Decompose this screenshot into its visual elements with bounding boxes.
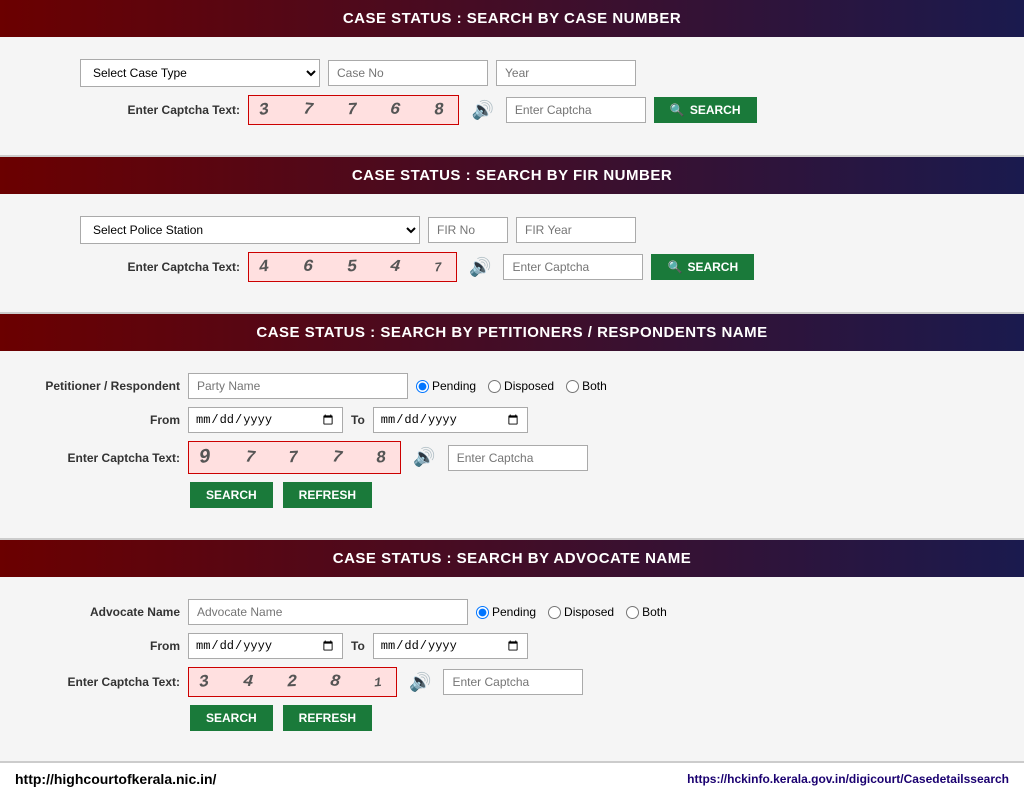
police-station-select[interactable]: Select Police Station xyxy=(80,216,420,244)
to-date-adv[interactable] xyxy=(373,633,528,659)
captcha-input-4[interactable] xyxy=(443,669,583,695)
speaker-button-4[interactable]: 🔊 xyxy=(405,670,435,695)
from-date-pet[interactable] xyxy=(188,407,343,433)
adv-status-radio-group: Pending Disposed Both xyxy=(476,605,667,619)
adv-both-radio-label[interactable]: Both xyxy=(626,605,667,619)
adv-pending-radio[interactable] xyxy=(476,606,489,619)
advocate-name-input[interactable] xyxy=(188,599,468,625)
captcha-input-1[interactable] xyxy=(506,97,646,123)
to-label-adv: To xyxy=(351,639,365,653)
search-icon-2: 🔍 xyxy=(667,260,682,274)
section-petitioners-header: CASE STATUS : SEARCH BY PETITIONERS / RE… xyxy=(0,314,1024,351)
refresh-button-4[interactable]: REFRESH xyxy=(283,705,372,731)
captcha-image-3: 9 7 7 7 8 xyxy=(188,441,401,474)
case-no-input[interactable] xyxy=(328,60,488,86)
search-button-1[interactable]: 🔍 SEARCH xyxy=(654,97,757,123)
footer-url: https://hckinfo.kerala.gov.in/digicourt/… xyxy=(687,772,1009,786)
section-advocate: CASE STATUS : SEARCH BY ADVOCATE NAME Ad… xyxy=(0,540,1024,761)
to-label-pet: To xyxy=(351,413,365,427)
advocate-name-label: Advocate Name xyxy=(20,605,180,619)
pending-radio-label[interactable]: Pending xyxy=(416,379,476,393)
captcha-input-2[interactable] xyxy=(503,254,643,280)
refresh-button-3[interactable]: REFRESH xyxy=(283,482,372,508)
captcha-label-1: Enter Captcha Text: xyxy=(80,103,240,117)
captcha-label-3: Enter Captcha Text: xyxy=(20,451,180,465)
search-button-4[interactable]: SEARCH xyxy=(190,705,273,731)
captcha-image-4: 3 4 2 8 1 xyxy=(188,667,397,697)
captcha-image-1: 3 7 7 6 8 xyxy=(248,95,459,125)
petitioner-label: Petitioner / Respondent xyxy=(20,379,180,393)
both-radio[interactable] xyxy=(566,380,579,393)
to-date-pet[interactable] xyxy=(373,407,528,433)
from-label-adv: From xyxy=(20,639,180,653)
case-type-select[interactable]: Select Case Type xyxy=(80,59,320,87)
status-radio-group: Pending Disposed Both xyxy=(416,379,607,393)
section-advocate-header: CASE STATUS : SEARCH BY ADVOCATE NAME xyxy=(0,540,1024,577)
from-date-adv[interactable] xyxy=(188,633,343,659)
section-petitioners: CASE STATUS : SEARCH BY PETITIONERS / RE… xyxy=(0,314,1024,540)
search-icon-1: 🔍 xyxy=(670,103,685,117)
disposed-radio[interactable] xyxy=(488,380,501,393)
captcha-image-2: 4 6 5 4 7 xyxy=(248,252,457,282)
footer: http://highcourtofkerala.nic.in/ https:/… xyxy=(0,761,1024,795)
captcha-label-4: Enter Captcha Text: xyxy=(20,675,180,689)
section-case-number-header: CASE STATUS : SEARCH BY CASE NUMBER xyxy=(0,0,1024,37)
speaker-button-3[interactable]: 🔊 xyxy=(409,445,439,470)
year-input[interactable] xyxy=(496,60,636,86)
adv-disposed-radio[interactable] xyxy=(548,606,561,619)
adv-both-radio[interactable] xyxy=(626,606,639,619)
section-fir-header: CASE STATUS : SEARCH BY FIR NUMBER xyxy=(0,157,1024,194)
fir-no-input[interactable] xyxy=(428,217,508,243)
footer-link[interactable]: http://highcourtofkerala.nic.in/ xyxy=(15,771,216,787)
search-button-3[interactable]: SEARCH xyxy=(190,482,273,508)
party-name-input[interactable] xyxy=(188,373,408,399)
captcha-input-3[interactable] xyxy=(448,445,588,471)
speaker-button-2[interactable]: 🔊 xyxy=(465,255,495,280)
disposed-radio-label[interactable]: Disposed xyxy=(488,379,554,393)
speaker-button-1[interactable]: 🔊 xyxy=(467,98,497,123)
section-case-number: CASE STATUS : SEARCH BY CASE NUMBER Sele… xyxy=(0,0,1024,157)
adv-disposed-radio-label[interactable]: Disposed xyxy=(548,605,614,619)
pending-radio[interactable] xyxy=(416,380,429,393)
both-radio-label[interactable]: Both xyxy=(566,379,607,393)
adv-pending-radio-label[interactable]: Pending xyxy=(476,605,536,619)
section-fir-number: CASE STATUS : SEARCH BY FIR NUMBER Selec… xyxy=(0,157,1024,314)
fir-year-input[interactable] xyxy=(516,217,636,243)
from-label-pet: From xyxy=(20,413,180,427)
captcha-label-2: Enter Captcha Text: xyxy=(80,260,240,274)
search-button-2[interactable]: 🔍 SEARCH xyxy=(651,254,754,280)
